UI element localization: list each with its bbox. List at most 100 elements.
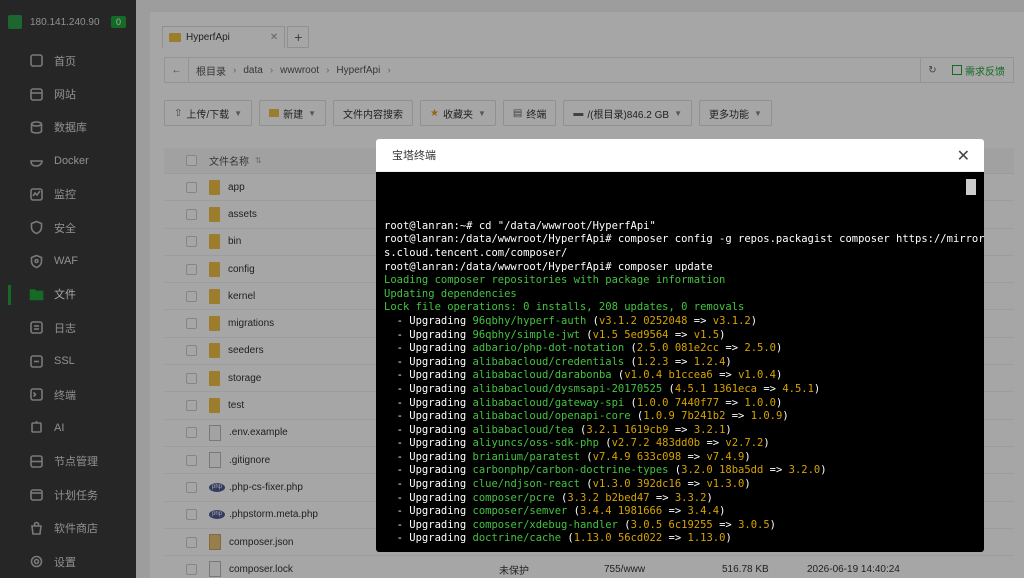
terminal-text: doctrine/cache	[472, 532, 562, 545]
terminal-line: - Upgrading alibabacloud/darabonba ( v1.0…	[384, 369, 976, 383]
terminal-text: (	[567, 505, 580, 518]
terminal-text: )	[775, 342, 783, 355]
close-icon[interactable]: ✕	[957, 146, 970, 166]
terminal-text: Loading composer repositories with packa…	[384, 274, 726, 287]
terminal-modal: 宝塔终端 ✕ root@lanran:~# cd "/data/wwwroot/…	[376, 139, 984, 552]
terminal-text: )	[725, 423, 732, 436]
terminal-text: (	[668, 464, 682, 477]
terminal-text: - Upgrading	[384, 410, 473, 423]
terminal-line: s.cloud.tencent.com/composer/	[384, 247, 976, 261]
terminal-text: =>	[668, 328, 694, 341]
terminal-line: Loading composer repositories with packa…	[384, 274, 976, 288]
terminal-text: 1.2.4	[693, 355, 726, 368]
terminal-text: 96qbhy/hyperf-auth	[472, 314, 587, 327]
terminal-text: - Upgrading	[384, 450, 473, 463]
terminal-text: root@lanran:/data/wwwroot/HyperfApi# com…	[384, 260, 713, 273]
terminal-text: 2.5.0 081e2cc	[636, 342, 720, 355]
terminal-text: =>	[700, 437, 726, 450]
terminal-line: - Upgrading 96qbhy/hyperf-auth (v3.1.2 0…	[384, 315, 976, 329]
terminal-line: root@lanran:/data/wwwroot/HyperfApi# com…	[384, 233, 984, 247]
terminal-text: alibabacloud/darabonba	[472, 369, 612, 382]
terminal-text: 1.13.0	[687, 532, 726, 545]
terminal-output[interactable]: root@lanran:~# cd "/data/wwwroot/HyperfA…	[376, 172, 984, 552]
terminal-text: =>	[662, 505, 688, 518]
terminal-text: 3.3.2 b2bed47	[567, 491, 650, 504]
terminal-text: =>	[763, 464, 789, 477]
terminal-text: 1.0.0	[744, 396, 776, 409]
terminal-text: (	[561, 532, 574, 545]
terminal-text: brianium/paratest	[472, 450, 580, 463]
terminal-line: - Upgrading composer/xdebug-handler (3.0…	[384, 519, 976, 533]
terminal-text: =>	[719, 396, 745, 409]
terminal-text: )	[719, 328, 726, 341]
terminal-text: alibabacloud/openapi-core	[472, 410, 631, 423]
terminal-text: (	[630, 410, 644, 423]
terminal-text: 3.0.5 6c19255	[630, 518, 713, 531]
terminal-text: )	[744, 450, 751, 463]
terminal-text: =>	[649, 491, 675, 504]
terminal-text: 3.2.0 18ba5dd	[681, 464, 764, 477]
terminal-line: - Upgrading composer/semver (3.4.4 19816…	[384, 505, 976, 519]
terminal-line: - Upgrading brianium/paratest (v7.4.9 63…	[384, 451, 976, 465]
terminal-text: )	[725, 355, 732, 368]
terminal-text: - Upgrading	[384, 532, 473, 545]
terminal-line: - Upgrading 96qbhy/simple-jwt (v1.5 5ed9…	[384, 329, 976, 343]
terminal-text: adbario/php-dot-notation	[472, 342, 625, 355]
terminal-text: =>	[668, 423, 694, 436]
terminal-text: (	[554, 491, 568, 504]
terminal-text: 3.4.4	[687, 505, 720, 518]
terminal-text: v1.0.4	[738, 369, 776, 382]
terminal-text: )	[769, 518, 776, 531]
terminal-text: v1.5 5ed9564	[592, 328, 669, 341]
terminal-text: - Upgrading	[384, 369, 473, 382]
terminal-text: clue/ndjson-react	[472, 478, 580, 491]
terminal-line: - Upgrading aliyuncs/oss-sdk-php (v2.7.2…	[384, 437, 976, 451]
terminal-text: - Upgrading	[384, 505, 473, 518]
terminal-line: - Upgrading alibabacloud/dysmsapi-201705…	[384, 383, 976, 397]
terminal-text: alibabacloud/tea	[472, 423, 574, 436]
terminal-text: =>	[662, 532, 688, 545]
terminal-text: 3.2.1 1619cb9	[586, 423, 669, 436]
terminal-text: - Upgrading	[384, 342, 473, 355]
terminal-text: )	[782, 410, 789, 423]
terminal-text: (	[586, 314, 599, 327]
terminal-text: v7.4.9	[706, 450, 745, 463]
terminal-text: Updating dependencies	[384, 287, 517, 300]
terminal-text: 3.0.5	[738, 518, 770, 531]
terminal-text: )	[763, 437, 770, 450]
terminal-line: - Upgrading alibabacloud/openapi-core (1…	[384, 410, 976, 424]
terminal-text: 3.4.4 1981666	[580, 505, 663, 518]
terminal-text: composer/pcre	[472, 491, 555, 504]
terminal-text: (	[573, 423, 587, 436]
terminal-text: composer/xdebug-handler	[472, 518, 618, 531]
terminal-text: - Upgrading	[384, 464, 473, 477]
terminal-text: =>	[687, 314, 713, 327]
terminal-text: (	[579, 478, 593, 491]
terminal-line: Lock file operations: 0 installs, 208 up…	[384, 301, 976, 315]
terminal-text: - Upgrading	[384, 396, 473, 409]
terminal-scrollbar[interactable]	[966, 179, 976, 195]
terminal-text: )	[744, 478, 751, 491]
terminal-text: =>	[719, 342, 745, 355]
terminal-text: 4.5.1 1361eca	[674, 382, 758, 395]
terminal-text: (	[624, 396, 637, 409]
terminal-text: 3.2.1	[693, 423, 726, 436]
terminal-text: (	[624, 342, 637, 355]
terminal-text: composer/semver	[472, 505, 568, 518]
terminal-text: 4.5.1	[782, 382, 814, 395]
terminal-line: root@lanran:/data/wwwroot/HyperfApi# com…	[384, 261, 976, 275]
terminal-text: - Upgrading	[384, 478, 473, 491]
terminal-text: (	[579, 328, 593, 341]
terminal-text: v1.3.0	[706, 478, 745, 491]
terminal-text: 3.3.2	[674, 491, 707, 504]
terminal-text: (	[611, 369, 625, 382]
terminal-text: 1.0.0 7440f77	[636, 396, 720, 409]
terminal-line: - Upgrading alibabacloud/tea (3.2.1 1619…	[384, 424, 976, 438]
terminal-text: root@lanran:~# cd "/data/wwwroot/HyperfA…	[384, 219, 656, 232]
terminal-text: v3.1.2 0252048	[598, 314, 688, 327]
modal-header: 宝塔终端 ✕	[376, 139, 984, 172]
terminal-text: Lock file operations: 0 installs, 208 up…	[384, 301, 745, 314]
terminal-text: (	[624, 355, 637, 368]
terminal-text: - Upgrading	[384, 423, 473, 436]
terminal-text: (	[579, 450, 593, 463]
